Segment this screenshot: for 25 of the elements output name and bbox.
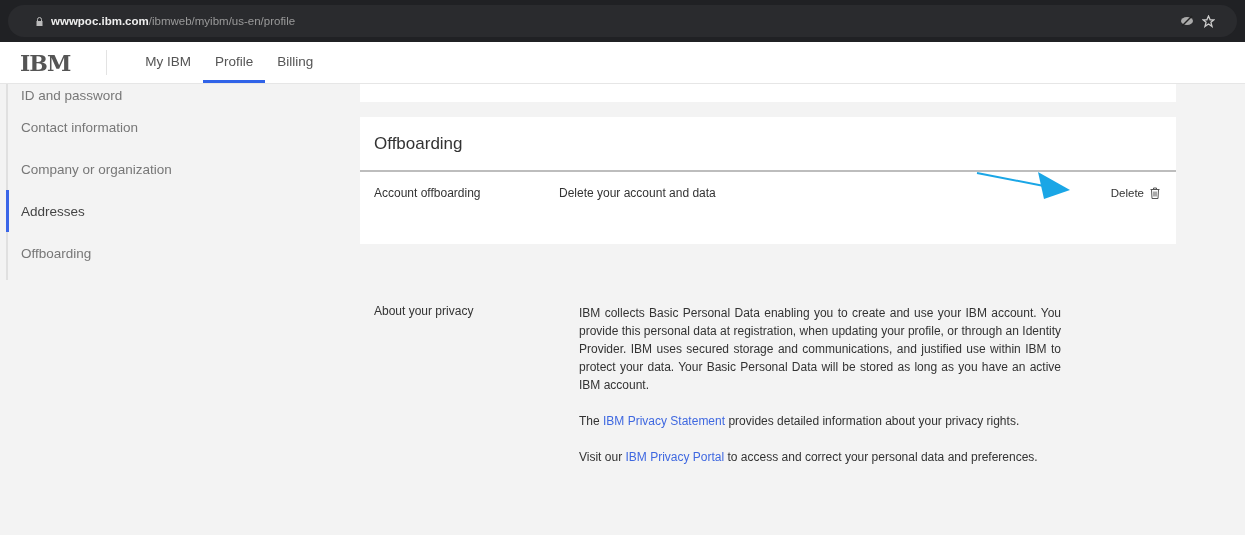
privacy-paragraph: IBM collects Basic Personal Data enabling you to create and use your IBM account. You provide this personal data at registration, when updating your profile, or through an Identity Provider. IBM uses secured storage and communications, and justified use within IBM to protect your data. Your Basic Personal Data will be stored as long as you have an active IBM account.: [579, 305, 1061, 394]
card-title: Offboarding: [360, 117, 1176, 172]
sidebar-item[interactable]: Contact information: [6, 106, 358, 148]
nav-tab[interactable]: Billing: [265, 42, 326, 83]
eye-slash-icon[interactable]: [1180, 15, 1194, 27]
sidebar-item[interactable]: Company or organization: [6, 148, 358, 190]
star-icon[interactable]: [1202, 14, 1215, 28]
trash-icon: [1150, 187, 1160, 199]
delete-button[interactable]: Delete: [1110, 187, 1160, 199]
privacy-paragraph: The IBM Privacy Statement provides detailed information about your privacy rights.: [579, 413, 1021, 430]
lock-icon: [36, 16, 43, 26]
privacy-link[interactable]: IBM Privacy Statement: [603, 414, 726, 428]
address-bar[interactable]: wwwpoc.ibm.com/ibmweb/myibm/us-en/profile: [8, 5, 1237, 37]
sidebar-item[interactable]: Offboarding: [6, 232, 358, 274]
row-description: Delete your account and data: [559, 186, 716, 200]
privacy-link[interactable]: IBM Privacy Portal: [625, 450, 725, 464]
privacy-paragraph: Visit our IBM Privacy Portal to access and correct your personal data and preferences.: [579, 449, 1039, 466]
sidebar-item[interactable]: ID and password: [6, 84, 358, 106]
row-label: Account offboarding: [374, 186, 482, 200]
nav-tab[interactable]: My IBM: [133, 42, 203, 83]
url-path: /ibmweb/myibm/us-en/profile: [148, 15, 296, 27]
url-host: wwwpoc.ibm.com: [51, 15, 149, 27]
section-label: About your privacy: [374, 304, 475, 320]
logo[interactable]: IBM: [20, 49, 71, 76]
nav-tab[interactable]: Profile: [203, 42, 266, 83]
